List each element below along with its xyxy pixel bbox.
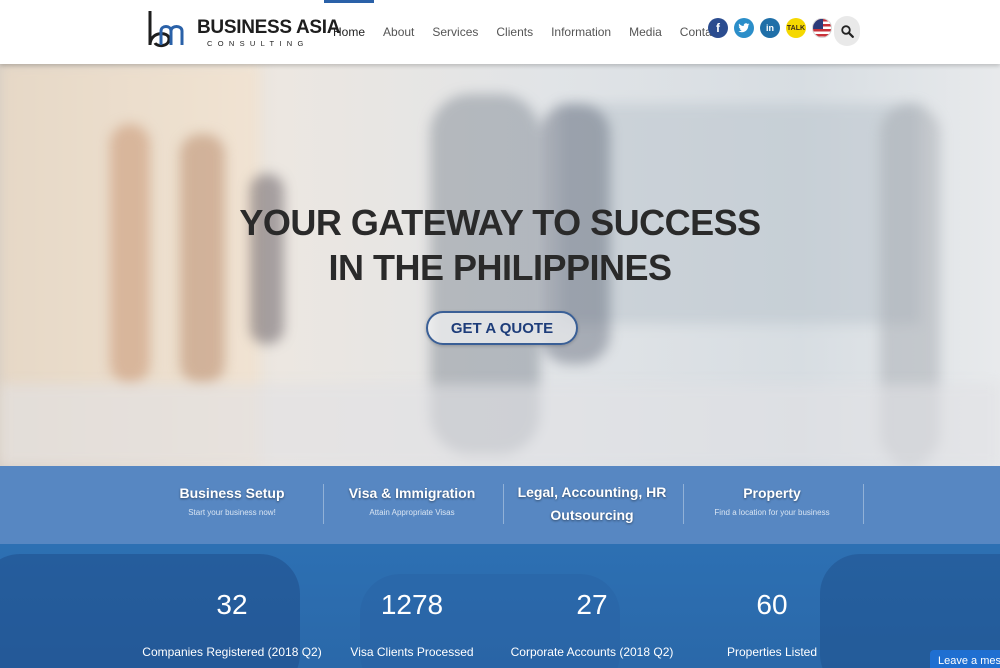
- twitter-icon[interactable]: [734, 18, 754, 38]
- nav-services[interactable]: Services: [423, 0, 487, 64]
- logo[interactable]: BUSINESS ASIA CONSULTING: [147, 9, 341, 49]
- stat-visa-clients: 1278 Visa Clients Processed: [322, 544, 502, 668]
- social-links: f in TALK: [708, 18, 838, 38]
- search-icon: [840, 24, 854, 38]
- service-visa-immigration[interactable]: Visa & Immigration Attain Appropriate Vi…: [322, 466, 502, 544]
- logo-mark-icon: [148, 11, 184, 48]
- hero-banner: YOUR GATEWAY TO SUCCESS IN THE PHILIPPIN…: [0, 64, 1000, 466]
- stat-value: 60: [756, 589, 788, 620]
- brand-tagline: CONSULTING: [207, 39, 309, 48]
- stat-label: Companies Registered (2018 Q2): [142, 645, 322, 659]
- service-property[interactable]: Property Find a location for your busine…: [682, 466, 862, 544]
- service-subtitle: Find a location for your business: [714, 508, 830, 517]
- site-header: BUSINESS ASIA CONSULTING Home About Serv…: [0, 0, 1000, 64]
- kakaotalk-icon[interactable]: TALK: [786, 18, 806, 38]
- service-title: Visa & Immigration: [348, 485, 476, 501]
- service-title: Property: [743, 485, 801, 501]
- service-title: Business Setup: [179, 485, 285, 501]
- stat-label: Visa Clients Processed: [350, 645, 474, 659]
- get-a-quote-button[interactable]: GET A QUOTE: [426, 311, 578, 345]
- search-button[interactable]: [834, 16, 860, 46]
- stat-label: Properties Listed: [726, 645, 818, 659]
- stats-section: 32 Companies Registered (2018 Q2) 1278 V…: [0, 544, 1000, 668]
- service-business-setup[interactable]: Business Setup Start your business now!: [142, 466, 322, 544]
- facebook-icon[interactable]: f: [708, 18, 728, 38]
- hero-title-line2: IN THE PHILIPPINES: [328, 247, 672, 288]
- service-subtitle: Start your business now!: [188, 508, 276, 517]
- stat-corporate-accounts: 27 Corporate Accounts (2018 Q2): [502, 544, 682, 668]
- hero-bg-floor: [0, 384, 1000, 466]
- main-nav: Home About Services Clients Information …: [324, 0, 730, 64]
- hero-title-line1: YOUR GATEWAY TO SUCCESS: [239, 202, 761, 243]
- nav-media[interactable]: Media: [620, 0, 671, 64]
- nav-information[interactable]: Information: [542, 0, 620, 64]
- service-title: Legal, Accounting, HR Outsourcing: [517, 484, 667, 523]
- stat-label: Corporate Accounts (2018 Q2): [510, 645, 674, 659]
- brand-name: BUSINESS ASIA: [197, 17, 341, 38]
- service-legal-accounting-hr[interactable]: Legal, Accounting, HR Outsourcing: [502, 466, 682, 544]
- leave-a-message-tab[interactable]: Leave a mess: [930, 650, 1000, 668]
- services-strip: Business Setup Start your business now! …: [0, 466, 1000, 544]
- nav-home[interactable]: Home: [324, 0, 375, 64]
- nav-clients[interactable]: Clients: [487, 0, 542, 64]
- service-divider: [863, 484, 864, 524]
- stat-value: 27: [576, 589, 608, 620]
- us-flag-icon[interactable]: [812, 18, 832, 38]
- stat-value: 32: [216, 589, 248, 620]
- stat-properties-listed: 60 Properties Listed: [682, 544, 862, 668]
- stat-value: 1278: [380, 589, 444, 620]
- nav-about[interactable]: About: [374, 0, 423, 64]
- linkedin-icon[interactable]: in: [760, 18, 780, 38]
- hero-title: YOUR GATEWAY TO SUCCESS IN THE PHILIPPIN…: [0, 200, 1000, 290]
- stat-companies-registered: 32 Companies Registered (2018 Q2): [142, 544, 322, 668]
- service-subtitle: Attain Appropriate Visas: [369, 508, 455, 517]
